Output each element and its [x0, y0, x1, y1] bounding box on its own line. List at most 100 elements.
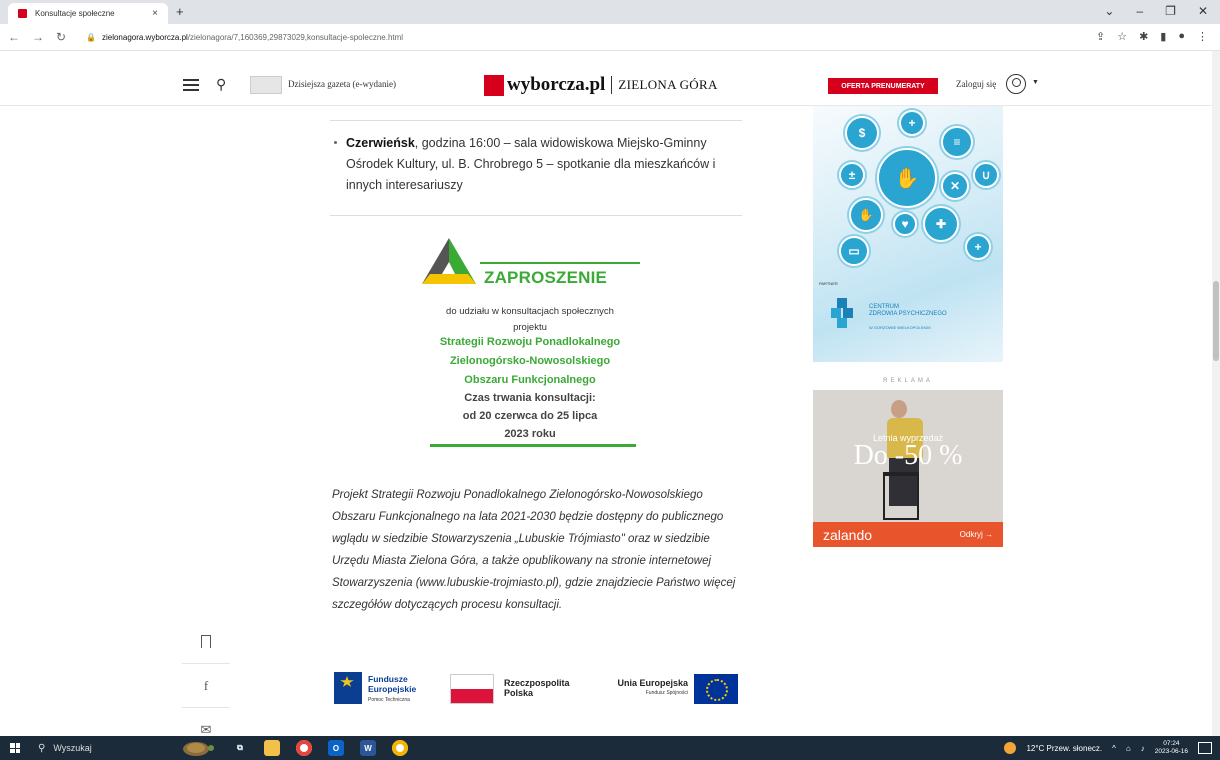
forward-icon[interactable]: → — [32, 30, 44, 44]
windows-start-icon[interactable] — [10, 743, 20, 753]
chevron-down-icon[interactable]: ▼ — [1032, 79, 1039, 86]
back-icon[interactable]: ← — [8, 30, 20, 44]
browser-tab-bar: Konsultacje społeczne × + ⌄ – ❐ ✕ — [0, 0, 1220, 24]
discover-link[interactable]: Odkryj → — [960, 530, 993, 539]
more-menu-icon[interactable]: ⋮ — [1197, 30, 1208, 43]
hamburger-menu-icon[interactable] — [183, 79, 199, 91]
eu-flag-icon — [694, 674, 738, 704]
invitation-duration: 2023 roku — [504, 428, 556, 440]
weather-text[interactable]: 12°C Przew. słonecz. — [1026, 744, 1102, 753]
page-scrollbar[interactable] — [1212, 51, 1220, 736]
file-explorer-icon[interactable] — [264, 740, 280, 756]
article-body: Czerwieńsk, godzina 16:00 – sala widowis… — [330, 106, 742, 216]
model-image — [891, 400, 907, 418]
share-sidebar: f ✉ — [182, 620, 230, 752]
wyborcza-favicon-icon — [18, 9, 27, 18]
invitation-duration: od 20 czerwca do 25 lipca — [462, 410, 598, 422]
taskbar-search[interactable]: ⚲ Wyszukaj — [38, 736, 168, 760]
tab-search-chevron-icon[interactable]: ⌄ — [1104, 4, 1114, 18]
url-field[interactable]: 🔒 zielonagora.wyborcza.pl/zielonagora/7,… — [86, 28, 1086, 47]
handshake-icon: ✋ — [877, 148, 937, 208]
profile-icon[interactable]: ● — [1178, 30, 1185, 43]
clock[interactable]: 07:24 2023-06-16 — [1155, 740, 1188, 756]
new-tab-button[interactable]: + — [176, 4, 184, 19]
word-icon[interactable]: W — [360, 740, 376, 756]
close-tab-icon[interactable]: × — [152, 8, 158, 19]
chair-image — [883, 472, 919, 520]
toolbar-icons: ⇪ ☆ ✱ ▮ ● ⋮ — [1096, 30, 1208, 43]
bullet-text: Czerwieńsk, godzina 16:00 – sala widowis… — [346, 136, 716, 192]
zalando-cta-bar[interactable]: zalando Odkryj → — [813, 522, 1003, 547]
chrome-icon[interactable] — [296, 740, 312, 756]
triangle-logo-icon — [422, 238, 476, 284]
subscription-offer-button[interactable]: OFERTA PRENUMERATY — [828, 78, 938, 94]
facebook-icon: f — [203, 677, 209, 693]
invitation-graphic: ZAPROSZENIE do udziału w konsultacjach s… — [420, 230, 640, 456]
chevron-up-icon[interactable]: ^ — [1112, 744, 1116, 753]
restore-icon[interactable]: ❐ — [1165, 4, 1176, 18]
health-ad-banner[interactable]: $ + ≡ ± ✋ ✕ ∪ ✋ ♥ ✚ ▭ + PARTNER CENTRUM Z… — [813, 106, 1003, 362]
sale-discount: Do -50 % — [853, 440, 963, 471]
search-icon[interactable]: ⚲ — [216, 76, 226, 93]
funding-logos: Fundusze Europejskie Pomoc Techniczna Rze… — [332, 670, 742, 710]
notification-icon[interactable] — [1198, 742, 1212, 754]
stethoscope-icon: ∪ — [973, 162, 999, 188]
pills-icon: ✕ — [941, 172, 969, 200]
egazeta-link[interactable]: Dzisiejsza gazeta (e-wydanie) — [288, 79, 396, 89]
ambulance-icon: ✚ — [923, 206, 959, 242]
invitation-project-name: Obszaru Funkcjonalnego — [464, 374, 596, 386]
egazeta-thumbnail[interactable] — [250, 76, 282, 94]
turtle-icon[interactable] — [176, 738, 216, 758]
chrome-canary-icon[interactable] — [392, 740, 408, 756]
heart-icon: ♥ — [893, 212, 917, 236]
logo-city: ZIELONA GÓRA — [618, 77, 718, 92]
star-icon[interactable]: ☆ — [1117, 30, 1127, 43]
tab-title: Konsultacje społeczne — [35, 9, 115, 18]
monitor-icon: ▭ — [839, 236, 869, 266]
nav-buttons: ← → ↻ — [8, 30, 66, 44]
task-view-icon[interactable]: ⧉ — [232, 740, 248, 756]
ad-label: REKLAMA — [883, 378, 933, 384]
poland-flag-icon — [450, 674, 494, 704]
facebook-share-button[interactable]: f — [182, 664, 230, 708]
invitation-project-name: Strategii Rozwoju Ponadlokalnego — [439, 336, 621, 348]
windows-taskbar: ⚲ Wyszukaj ⧉ O W 12°C Przew. słonecz. ^ … — [0, 736, 1220, 760]
tab-konsultacje[interactable]: Konsultacje społeczne × — [8, 3, 168, 24]
invitation-line: do udziału w konsultacjach społecznych — [446, 306, 614, 317]
logo-red-square — [484, 74, 504, 96]
logo-wyborcza: wyborcza.pl — [507, 74, 606, 95]
hand-icon: ✋ — [849, 198, 883, 232]
article-paragraph: Projekt Strategii Rozwoju Ponadlokalnego… — [332, 489, 736, 611]
invitation-duration: Czas trwania konsultacji: — [464, 392, 596, 404]
search-icon: ⚲ — [38, 742, 46, 754]
bookmark-icon — [201, 635, 211, 648]
invitation-project-name: Zielonogórsko-Nowosolskiego — [449, 355, 611, 367]
network-icon[interactable]: ⌂ — [1126, 744, 1131, 753]
system-tray: 12°C Przew. słonecz. ^ ⌂ ♪ 07:24 2023-06… — [1004, 736, 1212, 760]
site-logo[interactable]: wyborcza.pl ZIELONA GÓRA — [484, 74, 718, 96]
bookmark-button[interactable] — [182, 620, 230, 664]
close-window-icon[interactable]: ✕ — [1198, 4, 1208, 18]
url-path: /zielonagora/7,160369,29873029,konsultac… — [187, 33, 404, 42]
scrollbar-thumb[interactable] — [1213, 281, 1219, 361]
window-controls: ⌄ – ❐ ✕ — [1104, 4, 1208, 18]
medicine-icon: + — [899, 110, 925, 136]
plus-icon: + — [965, 234, 991, 260]
minimize-icon[interactable]: – — [1136, 4, 1143, 18]
weather-icon[interactable] — [1004, 742, 1017, 754]
reload-icon[interactable]: ↻ — [56, 30, 66, 44]
volume-icon[interactable]: ♪ — [1141, 744, 1145, 753]
zalando-ad-banner[interactable]: Letnia wyprzedaż Do -50 % zalando Odkryj… — [813, 390, 1003, 547]
url-host: zielonagora.wyborcza.pl — [101, 33, 188, 42]
user-avatar-icon[interactable] — [1006, 74, 1026, 94]
sidepanel-icon[interactable]: ▮ — [1160, 30, 1166, 43]
taskbar-apps: ⧉ O W — [232, 740, 408, 756]
lock-icon: 🔒 — [86, 33, 96, 42]
extensions-icon[interactable]: ✱ — [1139, 30, 1148, 43]
address-bar-row: ← → ↻ 🔒 zielonagora.wyborcza.pl/zielonag… — [0, 24, 1220, 51]
fundusze-europejskie-logo-icon — [334, 672, 362, 704]
outlook-icon[interactable]: O — [328, 740, 344, 756]
login-link[interactable]: Zaloguj się — [956, 79, 996, 89]
share-icon[interactable]: ⇪ — [1096, 30, 1105, 43]
bullet-location: Czerwieńsk — [346, 136, 415, 150]
